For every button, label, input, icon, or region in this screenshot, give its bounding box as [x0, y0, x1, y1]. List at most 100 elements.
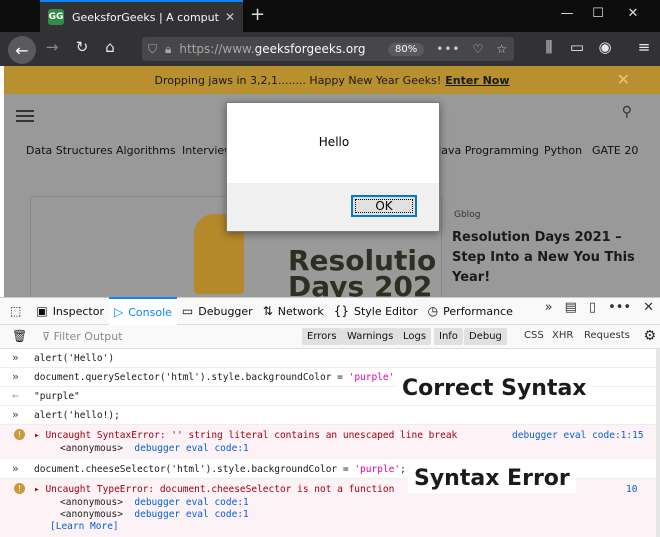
correct-syntax-annotation: Correct Syntax — [396, 374, 593, 403]
library-icon[interactable]: ⫼ — [535, 38, 563, 56]
result-arrow-icon: ← — [12, 389, 19, 402]
account-icon[interactable]: ◉ — [591, 38, 619, 56]
console-command: alert('Hello') — [34, 353, 115, 364]
blog-tag[interactable]: Gblog — [454, 210, 480, 220]
close-tab-icon[interactable]: ✕ — [225, 10, 235, 24]
tab-style-editor[interactable]: {} Style Editor — [329, 297, 423, 325]
address-bar[interactable]: ⛉ 🔒︎ https://www. geeksforgeeks.org 80% … — [142, 37, 514, 61]
topic-link[interactable]: Algorithms — [116, 144, 176, 157]
stack-frame: <anonymous> debugger eval code:1 — [60, 497, 249, 508]
prompt-chevron-icon: » — [12, 408, 19, 421]
close-devtools-icon[interactable]: ✕ — [643, 300, 654, 315]
error-location-link[interactable]: debugger eval code:1:15 — [512, 430, 644, 441]
tab-inspector[interactable]: ▣ Inspector — [31, 297, 109, 325]
page-actions-menu-icon[interactable]: ••• — [436, 42, 460, 56]
zoom-level-badge[interactable]: 80% — [388, 42, 425, 56]
tab-debugger[interactable]: ▭ Debugger — [177, 297, 258, 325]
reload-icon[interactable]: ↻ — [68, 38, 96, 56]
tab-console[interactable]: ▷ Console — [109, 297, 177, 325]
url-domain: geeksforgeeks.org — [254, 42, 366, 56]
alert-dialog: Hello OK — [226, 102, 440, 232]
hamburger-menu-icon[interactable]: ≡ — [630, 38, 658, 56]
minimize-icon[interactable]: — — [552, 6, 582, 21]
console-command: alert('hello!); — [34, 410, 120, 421]
console-command: document.cheeseSelector('html').style.ba… — [34, 464, 406, 475]
url-prefix: https://www. — [179, 42, 255, 56]
sidebar-icon[interactable]: ▭ — [563, 38, 591, 56]
filter-xhr-button[interactable]: XHR — [552, 330, 573, 341]
filter-placeholder: Filter Output — [53, 330, 123, 343]
stack-frame: <anonymous> debugger eval code:1 — [60, 443, 249, 454]
error-icon: ! — [14, 429, 25, 440]
topic-link[interactable]: GATE 20 — [592, 144, 638, 157]
tab-performance[interactable]: ◷ Performance — [423, 297, 518, 325]
pocket-icon[interactable]: ♡ — [472, 42, 484, 56]
learn-more-link[interactable]: [Learn More] — [50, 521, 119, 532]
filter-info-button[interactable]: Info — [434, 328, 463, 345]
tab-label: Style Editor — [353, 304, 418, 318]
shield-icon[interactable]: ⛉ — [148, 42, 157, 57]
filter-errors-button[interactable]: Errors — [302, 328, 342, 345]
error-icon: ! — [14, 483, 25, 494]
syntax-error-annotation: Syntax Error — [408, 464, 576, 493]
enter-now-link[interactable]: Enter Now — [445, 74, 509, 87]
filter-logs-button[interactable]: Logs — [398, 328, 432, 345]
blog-title-link[interactable]: Resolution Days 2021 – Step Into a New Y… — [452, 228, 652, 288]
alert-message: Hello — [318, 135, 350, 149]
filter-warnings-button[interactable]: Warnings — [342, 328, 399, 345]
tab-label: Inspector — [52, 304, 104, 318]
element-picker-icon[interactable]: ⬚ — [0, 297, 31, 325]
search-icon[interactable]: ⚲ — [622, 104, 632, 120]
filter-css-button[interactable]: CSS — [524, 330, 544, 341]
forward-arrow-icon[interactable]: → — [38, 38, 66, 56]
console-scrollbar[interactable] — [656, 349, 660, 537]
console-input-row: » alert('hello!); — [0, 406, 656, 425]
close-window-icon[interactable]: ✕ — [618, 6, 648, 21]
console-filter-bar: 🗑︎ ⊽ Filter Output Errors Warnings Logs … — [0, 325, 660, 349]
hero-text-line: Days 202 — [288, 270, 433, 298]
more-tools-icon[interactable]: » — [545, 300, 553, 315]
new-tab-icon[interactable]: + — [250, 4, 265, 25]
performance-icon: ◷ — [427, 304, 439, 318]
responsive-design-icon[interactable]: ▯ — [589, 300, 596, 315]
back-arrow-icon[interactable]: ← — [8, 36, 36, 64]
prompt-chevron-icon: » — [12, 462, 19, 475]
alert-footer: OK — [227, 183, 439, 231]
topic-link[interactable]: Python — [544, 144, 582, 157]
filter-requests-button[interactable]: Requests — [584, 330, 630, 341]
site-menu-icon[interactable] — [16, 110, 34, 122]
ok-button[interactable]: OK — [351, 195, 417, 217]
tab-label: Console — [128, 305, 172, 319]
prompt-chevron-icon: » — [12, 351, 19, 364]
inspector-icon: ▣ — [36, 304, 48, 318]
tab-label: Performance — [443, 304, 513, 318]
console-result: "purple" — [34, 391, 80, 402]
console-error-row[interactable]: ! ▸ Uncaught SyntaxError: '' string lite… — [0, 425, 656, 459]
tab-label: Network — [277, 304, 324, 318]
devtools-menu-icon[interactable]: ••• — [608, 300, 631, 315]
topic-link[interactable]: Java Programming — [438, 144, 539, 157]
lock-icon[interactable]: 🔒︎ — [165, 42, 171, 57]
filter-output-input[interactable]: ⊽ Filter Output — [42, 330, 123, 343]
tab-network[interactable]: ⇅ Network — [258, 297, 329, 325]
stack-frame: <anonymous> debugger eval code:1 — [60, 509, 249, 520]
banner-text: Dropping jaws in 3,2,1........ Happy New… — [154, 73, 442, 87]
browser-tab[interactable]: GG GeeksforGeeks | A computer sc ✕ — [40, 0, 243, 32]
split-console-icon[interactable]: ▤ — [565, 300, 577, 315]
hero-text: Resolutio Days 202 — [288, 247, 436, 298]
tab-title: GeeksforGeeks | A computer sc — [72, 10, 219, 24]
debugger-icon: ▭ — [181, 304, 194, 318]
topic-link[interactable]: Data Structures — [26, 144, 113, 157]
banner-close-icon[interactable]: ✕ — [617, 70, 630, 89]
console-icon: ▷ — [114, 305, 124, 319]
maximize-icon[interactable]: ☐ — [583, 6, 613, 21]
error-location-link[interactable]: 10 — [626, 484, 637, 495]
error-message: ▸ Uncaught SyntaxError: '' string litera… — [34, 430, 458, 441]
bookmark-star-icon[interactable]: ☆ — [496, 42, 508, 56]
promo-banner: Dropping jaws in 3,2,1........ Happy New… — [4, 66, 660, 94]
filter-debug-button[interactable]: Debug — [464, 328, 507, 345]
clear-console-icon[interactable]: 🗑︎ — [12, 329, 27, 343]
style-editor-icon: {} — [333, 304, 349, 318]
console-settings-gear-icon[interactable]: ⚙ — [643, 328, 656, 344]
home-icon[interactable]: ⌂ — [96, 38, 124, 56]
